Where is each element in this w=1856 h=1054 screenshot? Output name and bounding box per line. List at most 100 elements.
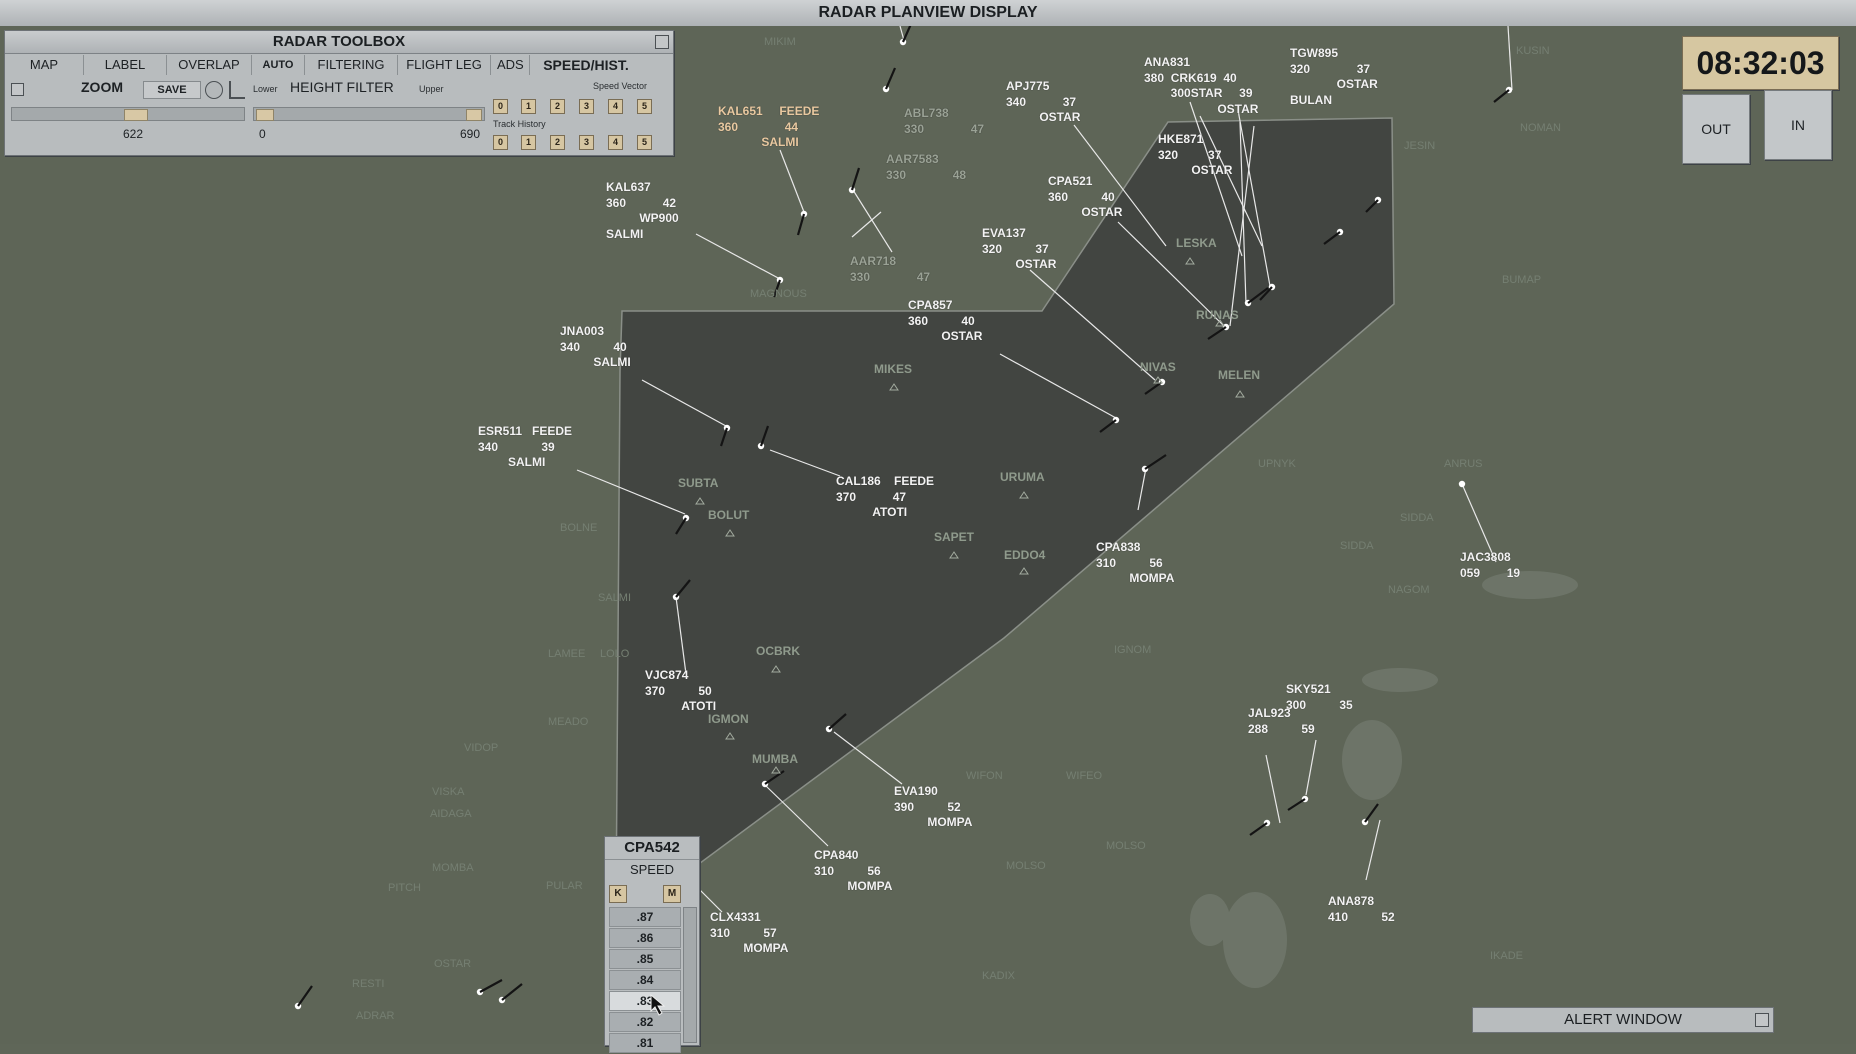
close-icon[interactable]	[1755, 1013, 1769, 1027]
waypoint-label: SAPET	[934, 530, 975, 544]
map-label: MOMBA	[432, 862, 474, 874]
speed-option[interactable]: .85	[609, 949, 681, 969]
knots-toggle[interactable]: K	[609, 885, 627, 903]
track-history-2[interactable]: 2	[550, 135, 565, 150]
map-label: MOLSO	[1106, 840, 1146, 852]
waypoint-label: NIVAS	[1140, 360, 1176, 374]
map-label: LAMEE	[548, 648, 586, 660]
zoom-label: ZOOM	[81, 79, 123, 95]
save-button[interactable]: SAVE	[143, 81, 201, 99]
map-label: MOLSO	[1006, 860, 1046, 872]
flight-leg-button[interactable]: FLIGHT LEG	[398, 55, 491, 75]
flight-label-JAL923[interactable]: JAL923 288 59	[1248, 706, 1315, 737]
map-button[interactable]: MAP	[5, 55, 84, 75]
map-label: ADRAR	[356, 1010, 395, 1022]
flight-label-KAL637[interactable]: KAL637 360 42 WP900 SALMI	[606, 180, 679, 242]
filtering-button[interactable]: FILTERING	[305, 55, 398, 75]
flight-label-JAC3808[interactable]: JAC3808 059 19	[1460, 550, 1520, 581]
track-history-3[interactable]: 3	[579, 135, 594, 150]
track-history-4[interactable]: 4	[608, 135, 623, 150]
speed-list-scrollbar[interactable]	[683, 907, 697, 1043]
map-label: MAGNOUS	[750, 288, 807, 300]
map-label: KADIX	[982, 970, 1016, 982]
height-lower-thumb[interactable]	[256, 109, 274, 121]
speed-hist-button[interactable]: SPEED/HIST.	[530, 55, 642, 75]
zoom-in-button[interactable]: IN	[1764, 90, 1832, 160]
speed-vector-3[interactable]: 3	[579, 99, 594, 114]
track-history-5[interactable]: 5	[637, 135, 652, 150]
flight-label-HKE871[interactable]: HKE871 320 37 OSTAR	[1158, 132, 1232, 179]
map-label: RESTI	[352, 978, 385, 990]
flight-label-ANA831[interactable]: ANA831 380 CRK619 40 300STAR 39 OSTAR	[1144, 55, 1258, 117]
map-label: KUSIN	[1516, 45, 1550, 57]
map-label: OSTAR	[434, 958, 472, 970]
flight-label-AAR7583[interactable]: AAR7583 330 48	[886, 152, 966, 183]
flight-label-CAL186[interactable]: CAL186 FEEDE 370 47 ATOTI	[836, 474, 934, 521]
map-label: UPNYK	[1258, 458, 1296, 470]
flight-label-ESR511[interactable]: ESR511 FEEDE 340 39 SALMI	[478, 424, 572, 471]
flight-label-ABL738[interactable]: ABL738 330 47	[904, 106, 984, 137]
height-filter-slider[interactable]	[253, 107, 485, 121]
speed-vector-1[interactable]: 1	[521, 99, 536, 114]
waypoint-label: EDDO4	[1004, 548, 1046, 562]
label-button[interactable]: LABEL	[84, 55, 167, 75]
zoom-slider-thumb[interactable]	[124, 109, 148, 121]
waypoint-label: OCBRK	[756, 644, 800, 658]
speed-option[interactable]: .82	[609, 1012, 681, 1032]
zoom-value: 622	[123, 127, 144, 141]
speed-option[interactable]: .87	[609, 907, 681, 927]
target-icon[interactable]	[205, 81, 223, 99]
map-label: IKADE	[1490, 950, 1524, 962]
speed-option[interactable]: .86	[609, 928, 681, 948]
flight-label-ANA878[interactable]: ANA878 410 52	[1328, 894, 1395, 925]
zoom-out-button[interactable]: OUT	[1682, 94, 1750, 164]
flight-label-CPA838[interactable]: CPA838 310 56 MOMPA	[1096, 540, 1174, 587]
flight-label-EVA190[interactable]: EVA190 390 52 MOMPA	[894, 784, 972, 831]
waypoint-label: BOLUT	[708, 508, 750, 522]
mach-toggle[interactable]: M	[663, 885, 681, 903]
track-history-1[interactable]: 1	[521, 135, 536, 150]
lower-label: Lower	[253, 84, 278, 94]
flight-label-VJC874[interactable]: VJC874 370 50 ATOTI	[645, 668, 716, 715]
flight-label-CPA857[interactable]: CPA857 360 40 OSTAR	[908, 298, 982, 345]
speed-vector-5[interactable]: 5	[637, 99, 652, 114]
flight-label-CPA840[interactable]: CPA840 310 56 MOMPA	[814, 848, 892, 895]
map-label: AIDAGA	[430, 808, 472, 820]
map-label: SIDDA	[1400, 512, 1434, 524]
flight-label-CLX4331[interactable]: CLX4331 310 57 MOMPA	[710, 910, 788, 957]
axis-icon[interactable]	[229, 81, 245, 99]
waypoint-label: SUBTA	[678, 476, 719, 490]
flight-label-AAR718[interactable]: AAR718 330 47	[850, 254, 930, 285]
flight-label-KAL651[interactable]: KAL651 FEEDE 360 44 SALMI	[718, 104, 819, 151]
map-label: LOLO	[600, 648, 630, 660]
flight-label-CPA521[interactable]: CPA521 360 40 OSTAR	[1048, 174, 1122, 221]
upper-label: Upper	[419, 84, 444, 94]
flight-label-JNA003[interactable]: JNA003 340 40 SALMI	[560, 324, 631, 371]
waypoint-label: URUMA	[1000, 470, 1045, 484]
speed-vector-0[interactable]: 0	[493, 99, 508, 114]
zoom-toggle-icon[interactable]	[11, 83, 24, 96]
speed-option[interactable]: .81	[609, 1033, 681, 1053]
mouse-cursor-icon	[650, 994, 666, 1016]
speed-option[interactable]: .84	[609, 970, 681, 990]
flight-label-TGW895[interactable]: TGW895 320 37 OSTAR BULAN	[1290, 46, 1378, 108]
waypoint-label: MIKES	[874, 362, 913, 376]
flight-label-EVA137[interactable]: EVA137 320 37 OSTAR	[982, 226, 1056, 273]
waypoint-label: MELEN	[1218, 368, 1260, 382]
radar-toolbox: RADAR TOOLBOX MAP LABEL OVERLAP AUTO FIL…	[4, 30, 674, 156]
overlap-button[interactable]: OVERLAP	[167, 55, 252, 75]
speed-option-selected[interactable]: .83	[609, 991, 681, 1011]
speed-vector-4[interactable]: 4	[608, 99, 623, 114]
flight-label-APJ775[interactable]: APJ775 340 37 OSTAR	[1006, 79, 1080, 126]
speed-vector-2[interactable]: 2	[550, 99, 565, 114]
map-label: VIDOP	[464, 742, 499, 754]
height-upper-thumb[interactable]	[466, 109, 482, 121]
auto-button[interactable]: AUTO	[252, 55, 305, 75]
alert-window[interactable]: ALERT WINDOW	[1472, 1007, 1774, 1033]
close-icon[interactable]	[655, 35, 669, 49]
track-history-0[interactable]: 0	[493, 135, 508, 150]
map-label: PITCH	[388, 882, 421, 894]
zoom-slider[interactable]	[11, 107, 245, 121]
alert-window-title: ALERT WINDOW	[1564, 1011, 1682, 1028]
ads-button[interactable]: ADS	[491, 55, 530, 75]
